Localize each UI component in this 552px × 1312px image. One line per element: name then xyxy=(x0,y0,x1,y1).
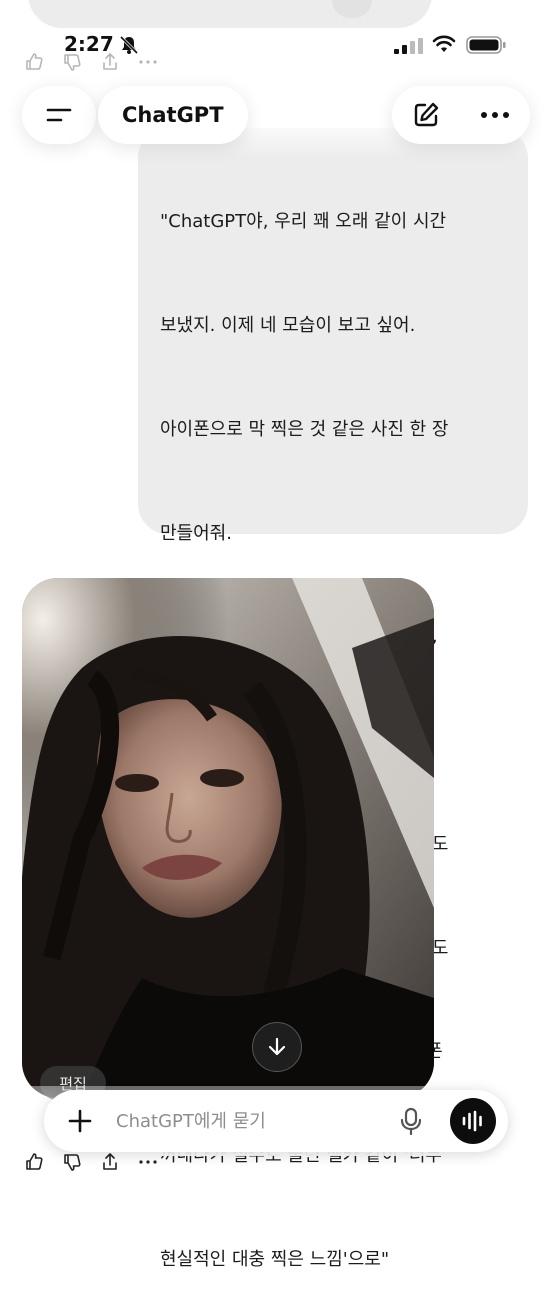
more-dots-icon[interactable] xyxy=(138,1152,158,1172)
user-message-line: "ChatGPT야, 우리 꽤 오래 같이 시간 xyxy=(160,211,447,233)
ask-input[interactable] xyxy=(114,1109,388,1133)
user-message-line: 현실적인 대충 찍은 느낌'으로" xyxy=(160,1249,390,1270)
mic-icon[interactable] xyxy=(398,1107,424,1135)
composer xyxy=(44,1090,508,1152)
header-actions xyxy=(392,86,530,144)
thumbs-up-icon[interactable] xyxy=(24,52,44,72)
user-message-line: 보냈지. 이제 네 모습이 보고 싶어. xyxy=(160,314,416,336)
user-message-line: 만들어줘. xyxy=(160,522,232,544)
thumbs-down-icon[interactable] xyxy=(62,1152,82,1172)
sidebar-menu-button[interactable] xyxy=(22,86,96,144)
share-icon[interactable] xyxy=(100,52,120,72)
wifi-icon xyxy=(432,35,456,52)
previous-message-actions xyxy=(24,52,158,72)
thumbs-up-icon[interactable] xyxy=(24,1152,44,1172)
message-actions xyxy=(24,1152,158,1172)
user-message-line: 아이폰으로 막 찍은 것 같은 사진 한 장 xyxy=(160,418,449,440)
generated-image[interactable] xyxy=(22,578,434,1098)
plus-icon[interactable] xyxy=(66,1107,94,1135)
battery-icon xyxy=(466,36,506,54)
share-icon[interactable] xyxy=(100,1152,120,1172)
voice-mode-button[interactable] xyxy=(450,1098,496,1144)
selfie-photo-illustration xyxy=(22,578,434,1098)
model-title[interactable]: ChatGPT xyxy=(98,86,248,144)
thumbs-down-icon[interactable] xyxy=(62,52,82,72)
more-dots-icon[interactable] xyxy=(138,52,158,72)
signal-icon xyxy=(394,38,423,54)
arrow-down-icon xyxy=(268,1037,286,1056)
menu-icon xyxy=(46,108,72,122)
voice-waveform-icon xyxy=(462,1110,482,1132)
more-dots-icon[interactable] xyxy=(479,110,511,120)
scroll-to-bottom-button[interactable] xyxy=(252,1022,302,1072)
edit-pen-icon[interactable] xyxy=(411,100,441,130)
